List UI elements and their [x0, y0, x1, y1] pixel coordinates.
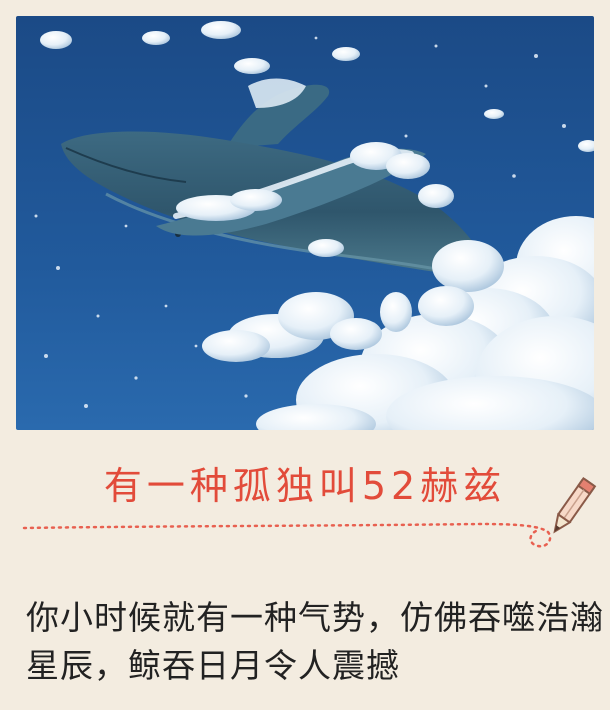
pencil-icon: [553, 476, 597, 534]
whale-illustration: [16, 16, 594, 430]
caption-line-2: 星辰，鲸吞日月令人震撼: [26, 646, 400, 685]
caption-line-1: 你小时候就有一种气势，仿佛吞噬浩瀚: [26, 598, 604, 637]
page-title: 有一种孤独叫52赫兹: [103, 464, 507, 508]
caption-text: 你小时候就有一种气势，仿佛吞噬浩瀚 星辰，鲸吞日月令人震撼: [26, 594, 604, 690]
dotted-divider: [22, 522, 552, 548]
